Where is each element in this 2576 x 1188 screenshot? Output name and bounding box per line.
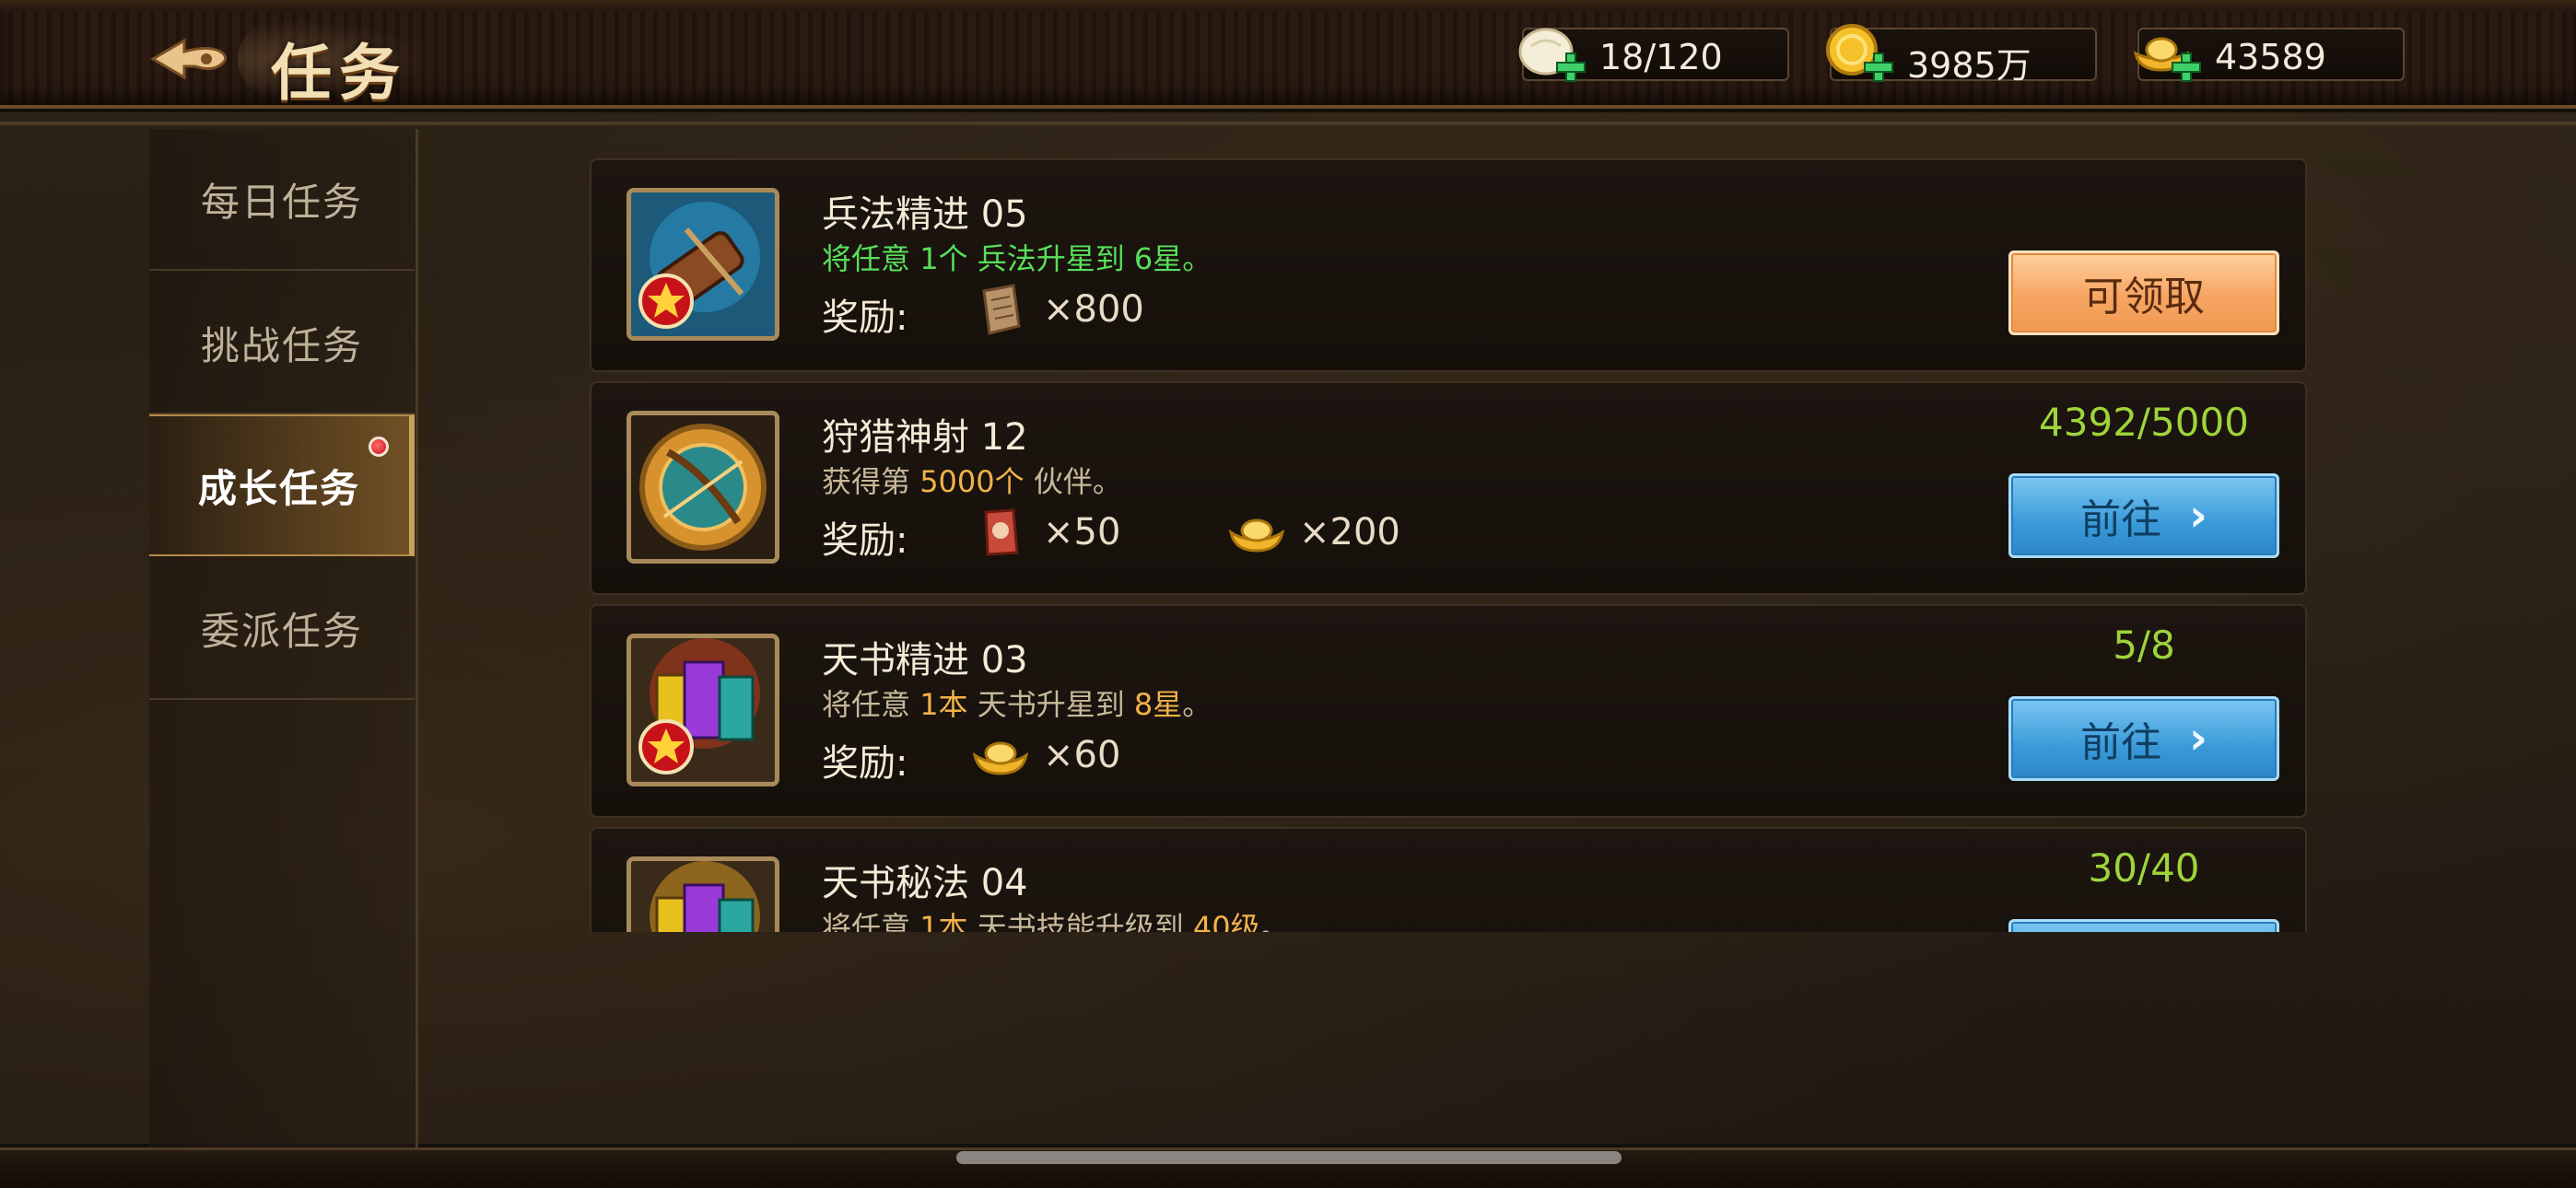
heavenly-books-icon [626, 634, 779, 786]
heavenly-books-icon [626, 856, 779, 932]
sidebar-item-label: 委派任务 [200, 608, 363, 654]
go-button[interactable]: 前往 › [2008, 696, 2279, 781]
add-plus-icon[interactable] [1555, 52, 1587, 83]
add-plus-icon[interactable] [1863, 52, 1894, 83]
reward-label: 奖励: [822, 519, 908, 562]
coin-value: 3985万 [1907, 45, 2032, 86]
reward-item[interactable]: ×800 [971, 280, 1144, 339]
task-description: 将任意 1本 天书技能升级到 40级。 [822, 910, 1290, 932]
reward-item[interactable]: ×60 [971, 726, 1120, 785]
task-card: 天书精进 03 将任意 1本 天书升星到 8星。 奖励: ×60 5/8 前往 › [590, 604, 2307, 818]
sidebar-item-challenge[interactable]: 挑战任务 [149, 273, 415, 414]
task-progress: 5/8 [2113, 623, 2175, 668]
ingot-resource[interactable]: 43589 [2133, 28, 2405, 83]
reward-quantity: ×800 [1043, 288, 1144, 331]
task-card: 兵法精进 05 将任意 1个 兵法升星到 6星。 奖励: ×800 可领取 [590, 158, 2307, 372]
task-list[interactable]: 兵法精进 05 将任意 1个 兵法升星到 6星。 奖励: ×800 可领取 狩猎… [590, 158, 2309, 932]
sidebar-item-delegate[interactable]: 委派任务 [149, 558, 415, 700]
reward-label: 奖励: [822, 742, 908, 785]
top-bar: 任务 18/120 3985万 43589 [0, 0, 2576, 109]
reward-quantity: ×50 [1043, 511, 1121, 553]
reward-label: 奖励: [822, 297, 908, 339]
reward-quantity: ×200 [1299, 511, 1400, 553]
home-indicator[interactable] [956, 1151, 1622, 1164]
chevron-right-icon: › [2189, 713, 2207, 764]
task-progress: 30/40 [2088, 845, 2200, 891]
claim-button-label: 可领取 [2083, 274, 2205, 320]
reward-quantity: ×60 [1043, 734, 1121, 776]
task-category-sidebar: 每日任务 挑战任务 成长任务 委派任务 [149, 129, 418, 1147]
task-description: 获得第 5000个 伙伴。 [822, 464, 1122, 499]
task-title: 天书秘法 04 [822, 862, 1028, 904]
stamina-value: 18/120 [1599, 37, 1723, 77]
ingot-value: 43589 [2215, 37, 2326, 77]
back-cloud-arrow-icon[interactable] [147, 31, 230, 87]
sidebar-item-label: 成长任务 [197, 465, 360, 511]
task-card: 天书秘法 04 将任意 1本 天书技能升级到 40级。 30/40 前往› [590, 827, 2307, 932]
gold-ingot-icon [972, 741, 1029, 775]
go-button[interactable]: 前往 › [2008, 473, 2279, 558]
task-progress: 4392/5000 [2039, 400, 2249, 445]
claim-button[interactable]: 可领取 [2008, 250, 2279, 335]
scroll-fragment-icon [982, 284, 1021, 335]
stamina-resource[interactable]: 18/120 [1518, 28, 1789, 83]
gold-ingot-icon [1228, 518, 1285, 553]
go-button-label: 前往 [2080, 496, 2162, 543]
go-button[interactable]: 前往› [2008, 919, 2279, 932]
task-description: 将任意 1个 兵法升星到 6星。 [822, 241, 1212, 276]
task-card: 狩猎神射 12 获得第 5000个 伙伴。 奖励: ×50 ×200 4392/… [590, 381, 2307, 595]
page-title: 任务 [271, 37, 407, 109]
sidebar-item-label: 每日任务 [200, 179, 363, 225]
task-title: 天书精进 03 [822, 639, 1028, 681]
sidebar-item-label: 挑战任务 [200, 322, 363, 368]
chevron-right-icon: › [2189, 490, 2207, 542]
page-title-block: 任务 [238, 13, 440, 109]
sidebar-item-daily[interactable]: 每日任务 [149, 129, 415, 271]
coin-resource[interactable]: 3985万 [1826, 24, 2097, 86]
notification-dot [369, 437, 389, 457]
reward-item[interactable]: ×200 [1227, 503, 1400, 562]
sidebar-item-growth[interactable]: 成长任务 [149, 414, 415, 556]
panel-divider [0, 122, 2576, 125]
go-button-label: 前往 [2080, 719, 2162, 766]
add-plus-icon[interactable] [2171, 52, 2202, 83]
task-title: 狩猎神射 12 [822, 416, 1028, 459]
strategy-book-icon [626, 188, 779, 341]
reward-item[interactable]: ×50 [971, 503, 1120, 562]
hunting-bow-medal-icon [626, 411, 779, 564]
task-description: 将任意 1本 天书升星到 8星。 [822, 687, 1212, 722]
red-scroll-icon [984, 508, 1019, 556]
task-title: 兵法精进 05 [822, 193, 1028, 236]
